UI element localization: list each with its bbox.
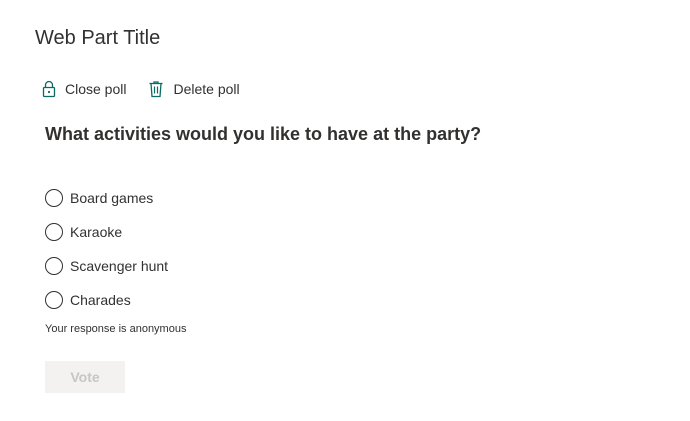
option-label: Karaoke	[70, 224, 123, 240]
lock-icon	[42, 80, 56, 98]
poll-option-board-games[interactable]: Board games	[45, 187, 168, 209]
anonymous-note: Your response is anonymous	[45, 323, 187, 335]
vote-button[interactable]: Vote	[45, 361, 125, 393]
poll-option-charades[interactable]: Charades	[45, 289, 168, 311]
option-label: Charades	[70, 292, 131, 308]
radio-button[interactable]	[45, 291, 63, 309]
poll-options: Board games Karaoke Scavenger hunt Chara…	[45, 187, 168, 323]
delete-poll-label: Delete poll	[173, 81, 240, 97]
radio-button[interactable]	[45, 223, 63, 241]
radio-button[interactable]	[45, 257, 63, 275]
close-poll-button[interactable]: Close poll	[42, 79, 126, 99]
option-label: Scavenger hunt	[70, 258, 169, 274]
poll-toolbar: Close poll Delete poll	[42, 79, 240, 99]
delete-poll-button[interactable]: Delete poll	[148, 79, 240, 99]
webpart-title: Web Part Title	[35, 27, 161, 49]
trash-icon	[148, 80, 164, 98]
option-label: Board games	[70, 190, 154, 206]
poll-option-karaoke[interactable]: Karaoke	[45, 221, 168, 243]
radio-button[interactable]	[45, 189, 63, 207]
poll-option-scavenger-hunt[interactable]: Scavenger hunt	[45, 255, 168, 277]
poll-webpart: Web Part Title Close poll Delete poll Wh…	[0, 0, 690, 421]
close-poll-label: Close poll	[65, 81, 127, 97]
poll-question: What activities would you like to have a…	[45, 124, 482, 144]
